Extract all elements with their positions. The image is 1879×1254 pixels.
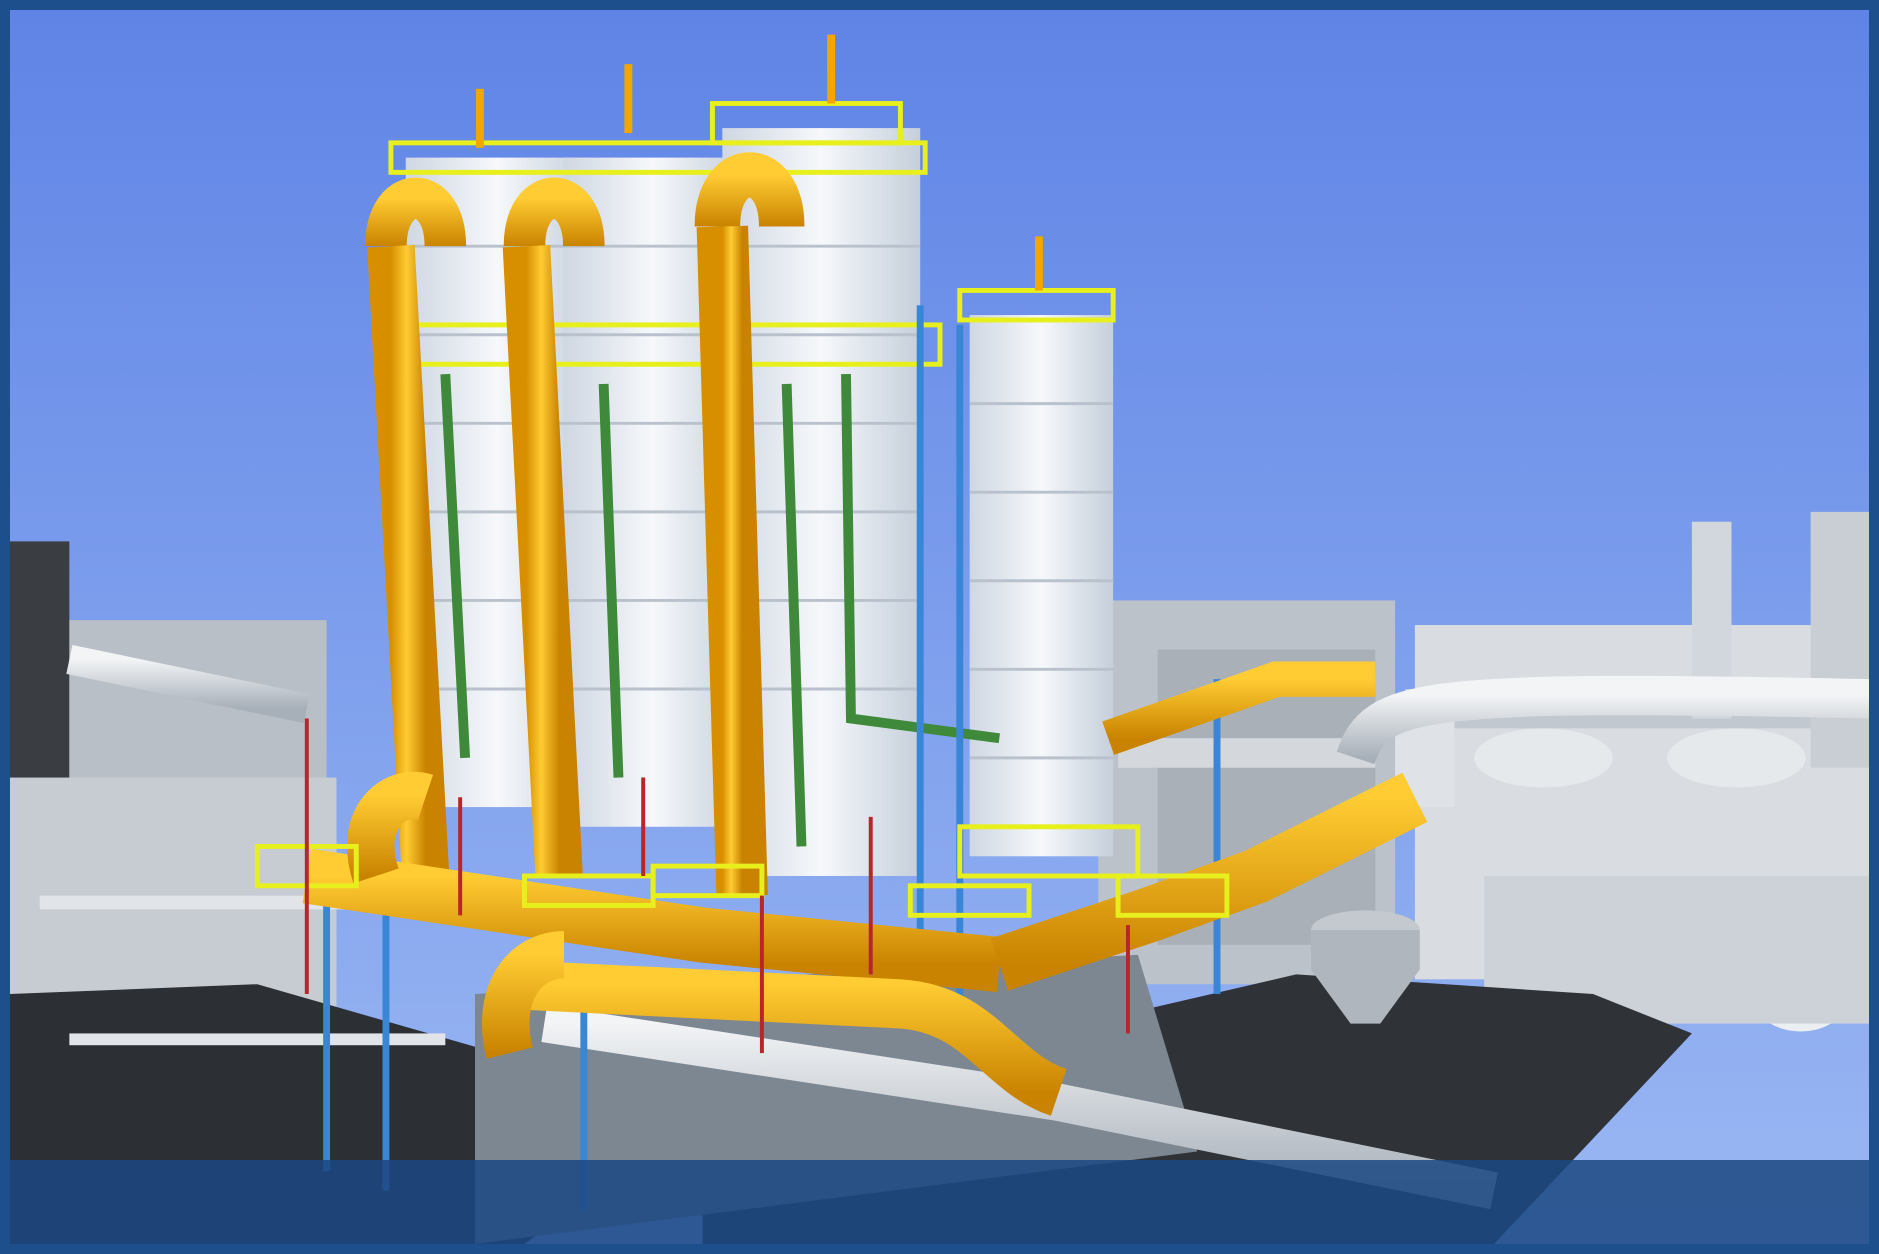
plant-render bbox=[10, 10, 1869, 1244]
vessel-block-4 bbox=[969, 315, 1114, 857]
caption-bar bbox=[10, 1160, 1869, 1244]
image-frame bbox=[0, 0, 1879, 1254]
